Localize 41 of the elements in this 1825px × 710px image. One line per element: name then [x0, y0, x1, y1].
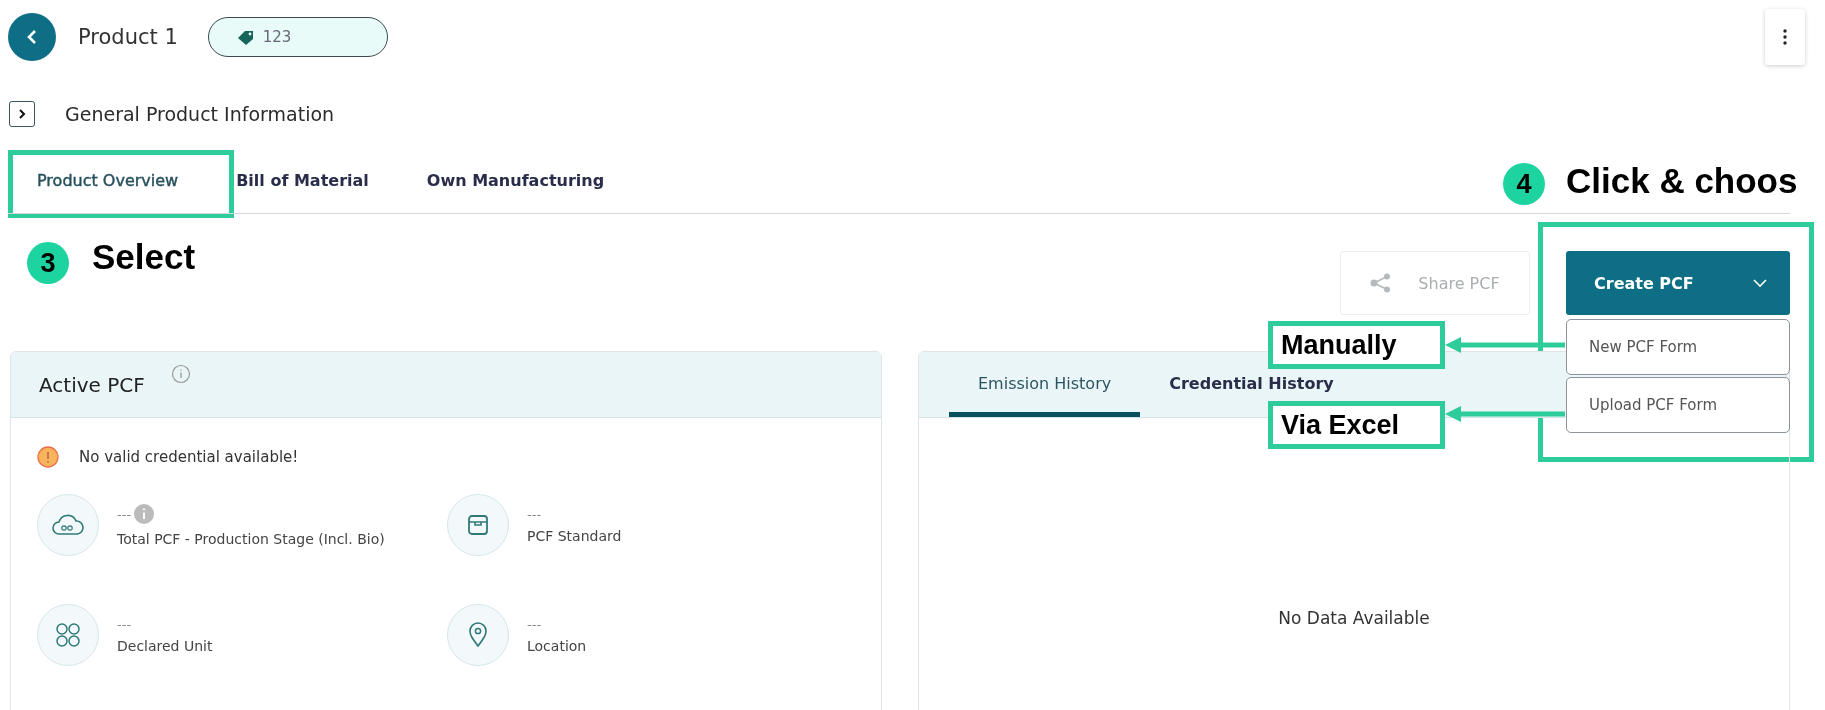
- tab[interactable]: Bill of Material: [207, 147, 398, 213]
- warning-message: No valid credential available!: [79, 448, 299, 466]
- four-circles-icon: [55, 622, 81, 648]
- product-title: Product 1: [78, 25, 178, 49]
- back-button[interactable]: [8, 13, 56, 61]
- field-label: Location: [527, 637, 587, 654]
- share-icon: [1370, 273, 1393, 293]
- callout-label: Manually: [1268, 321, 1445, 369]
- info-icon: [171, 364, 191, 384]
- chevron-icon: [16, 108, 28, 120]
- menu-item[interactable]: Upload PCF Form: [1566, 377, 1790, 433]
- callout-label: Via Excel: [1268, 401, 1445, 449]
- step-number: 3: [27, 242, 69, 284]
- create-pcf-button[interactable]: Create PCF: [1566, 251, 1790, 315]
- caret-icon: [1752, 278, 1768, 288]
- tab[interactable]: Product Overview: [8, 147, 208, 213]
- kebab-menu-icon: [1783, 29, 1787, 45]
- field-value: ---: [117, 616, 132, 632]
- box-icon: [467, 514, 489, 536]
- field-value: ---: [527, 616, 542, 632]
- tag-icon: [236, 29, 255, 45]
- step-label: Select: [92, 237, 196, 277]
- tag-badge: 123: [207, 17, 388, 57]
- field-label: Declared Unit: [117, 637, 213, 654]
- field-value: ---: [527, 506, 542, 522]
- tab[interactable]: Own Manufacturing: [397, 147, 634, 213]
- empty-message: No Data Available: [1277, 608, 1431, 628]
- location-pin-icon: [468, 622, 488, 648]
- field-label: Total PCF - Production Stage (Incl. Bio): [117, 531, 385, 547]
- card-title: Active PCF: [39, 372, 145, 397]
- step-label: Click & choos: [1566, 161, 1798, 201]
- cloud-icon: [52, 514, 84, 536]
- chevron-left-icon: [25, 28, 39, 46]
- expand-toggle[interactable]: [9, 101, 35, 127]
- section-title: General Product Information: [65, 103, 335, 125]
- warning-icon: [37, 446, 59, 468]
- field-label: PCF Standard: [527, 527, 622, 544]
- menu-item[interactable]: New PCF Form: [1566, 319, 1790, 375]
- field-value: ---: [117, 506, 132, 522]
- step-number: 4: [1503, 163, 1545, 205]
- history-tab[interactable]: Emission History: [949, 352, 1141, 417]
